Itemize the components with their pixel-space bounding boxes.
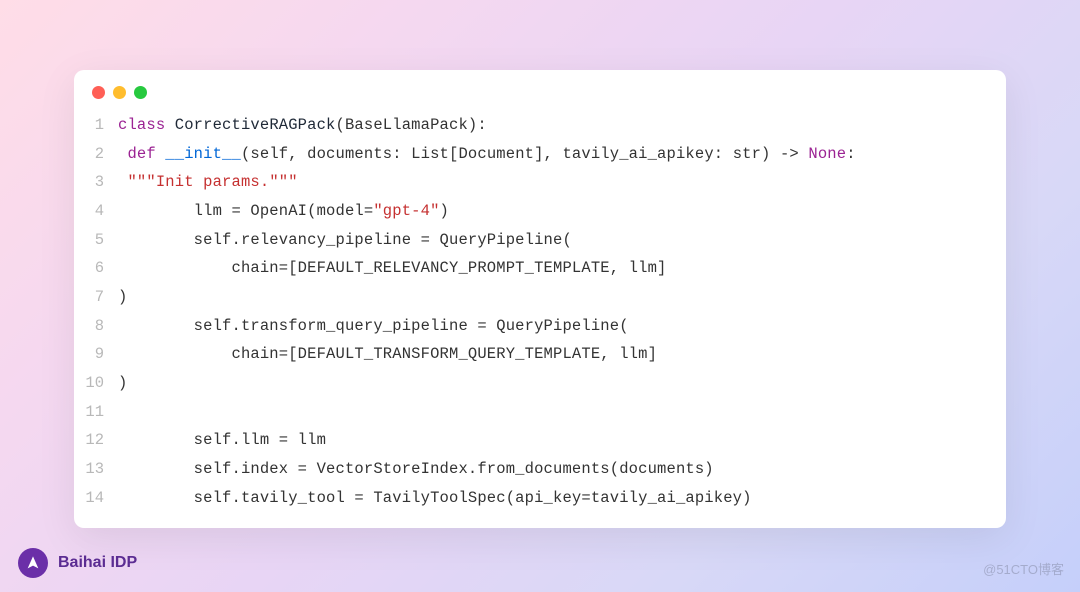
footer-brand: Baihai IDP [18,548,137,578]
code-line: 11 [82,398,988,427]
code-line: 2 def __init__(self, documents: List[Doc… [82,140,988,169]
line-number: 13 [82,455,118,484]
maximize-icon[interactable] [134,86,147,99]
line-number: 14 [82,484,118,513]
code-content: llm = OpenAI(model="gpt-4") [118,197,449,226]
code-line: 13 self.index = VectorStoreIndex.from_do… [82,455,988,484]
code-content: chain=[DEFAULT_TRANSFORM_QUERY_TEMPLATE,… [118,340,657,369]
code-line: 14 self.tavily_tool = TavilyToolSpec(api… [82,484,988,513]
code-content: def __init__(self, documents: List[Docum… [118,140,856,169]
close-icon[interactable] [92,86,105,99]
line-number: 4 [82,197,118,226]
minimize-icon[interactable] [113,86,126,99]
code-content: ) [118,369,127,398]
code-content: """Init params.""" [118,168,298,197]
traffic-lights [74,70,1006,111]
brand-text: Baihai IDP [58,554,137,572]
line-number: 10 [82,369,118,398]
code-line: 12 self.llm = llm [82,426,988,455]
line-number: 12 [82,426,118,455]
code-content: class CorrectiveRAGPack(BaseLlamaPack): [118,111,487,140]
code-content: self.tavily_tool = TavilyToolSpec(api_ke… [118,484,752,513]
line-number: 11 [82,398,118,427]
code-line: 9 chain=[DEFAULT_TRANSFORM_QUERY_TEMPLAT… [82,340,988,369]
code-line: 10) [82,369,988,398]
logo-icon [18,548,48,578]
code-line: 3 """Init params.""" [82,168,988,197]
code-content: self.llm = llm [118,426,326,455]
code-content: self.index = VectorStoreIndex.from_docum… [118,455,714,484]
code-window: 1class CorrectiveRAGPack(BaseLlamaPack):… [74,70,1006,528]
code-content: ) [118,283,127,312]
line-number: 1 [82,111,118,140]
line-number: 9 [82,340,118,369]
code-line: 6 chain=[DEFAULT_RELEVANCY_PROMPT_TEMPLA… [82,254,988,283]
line-number: 5 [82,226,118,255]
code-line: 5 self.relevancy_pipeline = QueryPipelin… [82,226,988,255]
code-line: 7) [82,283,988,312]
line-number: 7 [82,283,118,312]
code-line: 8 self.transform_query_pipeline = QueryP… [82,312,988,341]
code-line: 4 llm = OpenAI(model="gpt-4") [82,197,988,226]
line-number: 2 [82,140,118,169]
line-number: 8 [82,312,118,341]
code-content: self.relevancy_pipeline = QueryPipeline( [118,226,572,255]
code-content: chain=[DEFAULT_RELEVANCY_PROMPT_TEMPLATE… [118,254,666,283]
watermark: @51CTO博客 [983,559,1064,578]
code-body: 1class CorrectiveRAGPack(BaseLlamaPack):… [74,111,1006,512]
code-content: self.transform_query_pipeline = QueryPip… [118,312,629,341]
line-number: 6 [82,254,118,283]
code-line: 1class CorrectiveRAGPack(BaseLlamaPack): [82,111,988,140]
line-number: 3 [82,168,118,197]
